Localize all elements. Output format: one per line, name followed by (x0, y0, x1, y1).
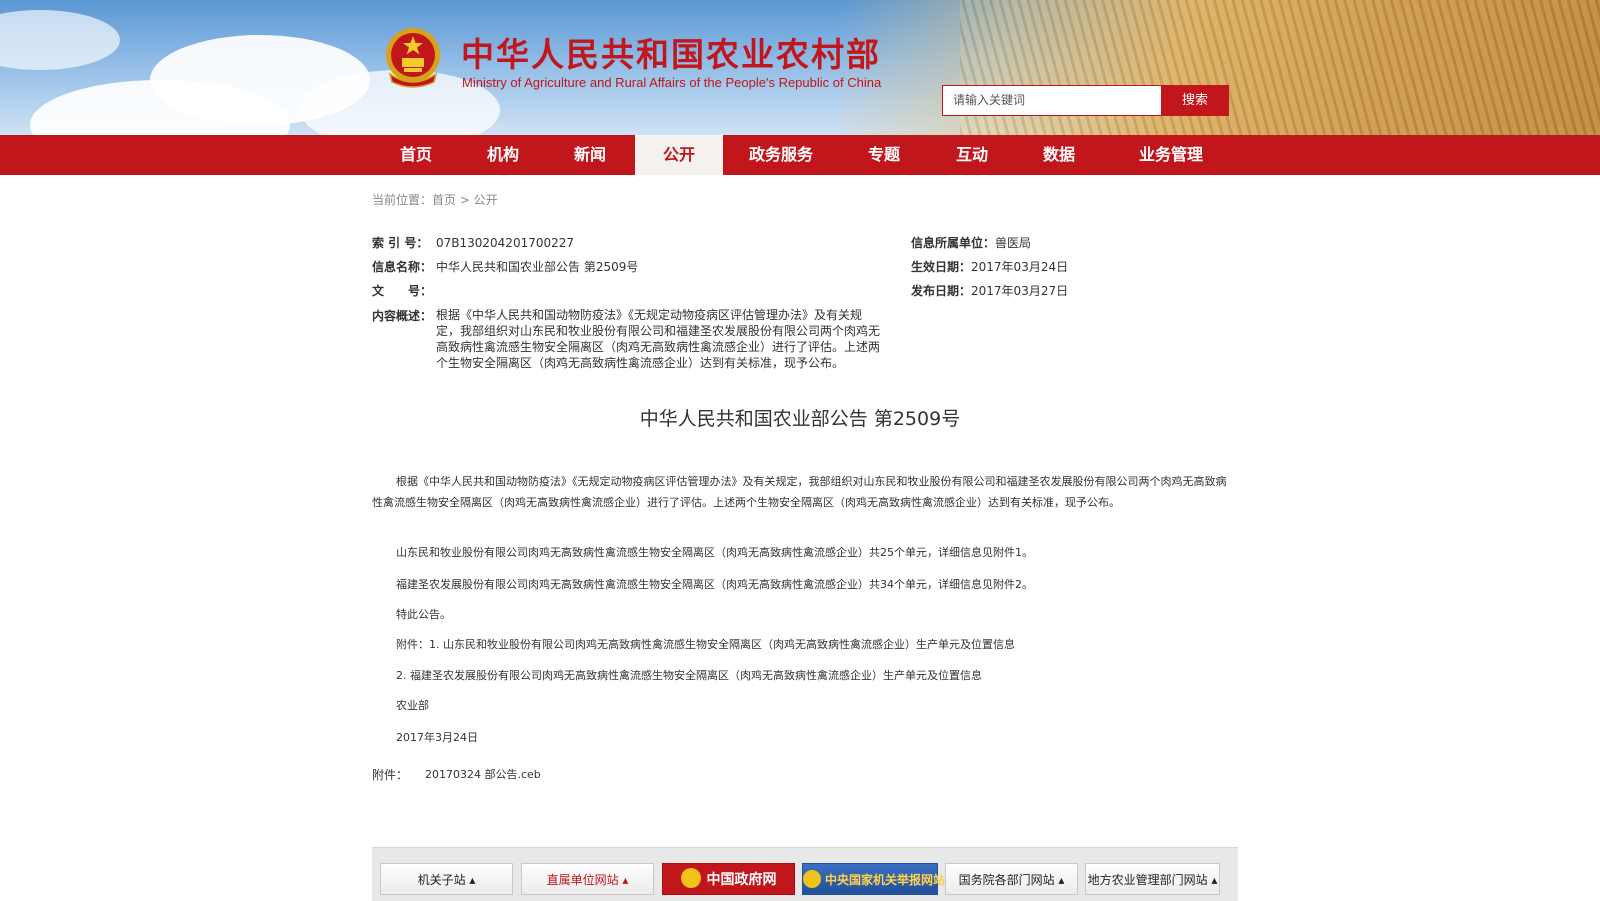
meta-docno-label: 文 号： (372, 284, 433, 298)
document-paragraph: 根据《中华人民共和国动物防疫法》《无规定动物疫病区评估管理办法》及有关规定，我部… (372, 475, 1227, 509)
main-nav: 首页 机构 新闻 公开 政务服务 专题 互动 数据 业务管理 (0, 135, 1600, 175)
meta-name-row: 信息名称： 中华人民共和国农业部公告 第2509号 (372, 258, 638, 275)
footer-report-site-link[interactable]: 中央国家机关举报网站 (802, 863, 945, 895)
nav-item-data[interactable]: 数据 (1032, 135, 1086, 175)
document-paragraph: 福建圣农发展股份有限公司肉鸡无高致病性禽流感生物安全隔离区（肉鸡无高致病性禽流感… (396, 578, 1033, 591)
nav-item-news[interactable]: 新闻 (563, 135, 617, 175)
nav-item-interaction[interactable]: 互动 (945, 135, 999, 175)
nav-item-public[interactable]: 公开 (635, 135, 723, 175)
party-emblem-icon (803, 869, 821, 888)
meta-publish-label: 发布日期： (911, 284, 972, 298)
footer-gov-cn-link[interactable]: 中国政府网 (662, 863, 795, 895)
meta-summary-row: 内容概述： (372, 307, 432, 324)
meta-name-label: 信息名称： (372, 260, 433, 274)
site-title[interactable]: 中华人民共和国农业农村部 (461, 28, 881, 76)
footer-agency-subsites-dropdown[interactable]: 机关子站 ▴ (380, 863, 513, 895)
breadcrumb[interactable]: 当前位置：首页 > 公开 (372, 191, 498, 208)
gov-emblem-icon (680, 868, 701, 888)
meta-index-label: 索 引 号： (372, 236, 429, 250)
meta-effective-row: 生效日期：2017年03月24日 (911, 258, 1068, 275)
meta-unit-value: 兽医局 (995, 236, 1032, 250)
attachment-label: 附件： (372, 768, 409, 782)
document-title: 中华人民共和国农业部公告 第2509号 (639, 408, 961, 430)
document-signature: 农业部 (396, 699, 429, 712)
meta-publish-value: 2017年03月27日 (971, 284, 1069, 298)
search-input[interactable]: 请输入关键词 (942, 85, 1162, 116)
document-paragraph: 2. 福建圣农发展股份有限公司肉鸡无高致病性禽流感生物安全隔离区（肉鸡无高致病性… (396, 669, 982, 682)
meta-unit-label: 信息所属单位： (911, 236, 996, 250)
document-paragraph: 特此公告。 (396, 608, 451, 621)
meta-name-value: 中华人民共和国农业部公告 第2509号 (436, 260, 639, 274)
attachment-file-link[interactable]: 20170324 部公告.ceb (425, 766, 541, 782)
meta-index-value: 07B130204201700227 (436, 236, 575, 250)
meta-summary-label: 内容概述： (372, 309, 433, 323)
meta-unit-row: 信息所属单位：兽医局 (911, 234, 1031, 251)
site-subtitle: Ministry of Agriculture and Rural Affair… (462, 75, 882, 90)
meta-index-row: 索 引 号： 07B130204201700227 (372, 234, 574, 251)
nav-item-government-services[interactable]: 政务服务 (741, 135, 821, 175)
meta-publish-row: 发布日期：2017年03月27日 (911, 282, 1068, 299)
national-emblem-icon (386, 28, 440, 88)
footer-gov-cn-label: 中国政府网 (706, 872, 777, 888)
meta-summary-value: 根据《中华人民共和国动物防疫法》《无规定动物疫病区评估管理办法》及有关规定，我部… (436, 308, 881, 370)
nav-item-business-management[interactable]: 业务管理 (1130, 135, 1212, 175)
footer-report-site-label: 中央国家机关举报网站 (825, 873, 946, 887)
meta-docno-row: 文 号： (372, 282, 436, 299)
footer-affiliated-units-dropdown[interactable]: 直属单位网站 ▴ (521, 863, 654, 895)
document-date: 2017年3月24日 (396, 731, 478, 744)
cloud-decoration (0, 10, 120, 70)
document-paragraph: 附件：1. 山东民和牧业股份有限公司肉鸡无高致病性禽流感生物安全隔离区（肉鸡无高… (396, 638, 1015, 651)
search-button[interactable]: 搜索 (1161, 85, 1229, 116)
nav-item-home[interactable]: 首页 (390, 135, 442, 175)
meta-effective-value: 2017年03月24日 (971, 260, 1069, 274)
footer-state-council-dropdown[interactable]: 国务院各部门网站 ▴ (945, 863, 1078, 895)
footer-local-agriculture-dropdown[interactable]: 地方农业管理部门网站 ▴ (1085, 863, 1220, 895)
nav-item-topics[interactable]: 专题 (857, 135, 911, 175)
nav-item-organization[interactable]: 机构 (476, 135, 530, 175)
document-paragraph: 山东民和牧业股份有限公司肉鸡无高致病性禽流感生物安全隔离区（肉鸡无高致病性禽流感… (396, 546, 1033, 559)
header-banner: 中华人民共和国农业农村部 Ministry of Agriculture and… (0, 0, 1600, 135)
meta-effective-label: 生效日期： (911, 260, 972, 274)
